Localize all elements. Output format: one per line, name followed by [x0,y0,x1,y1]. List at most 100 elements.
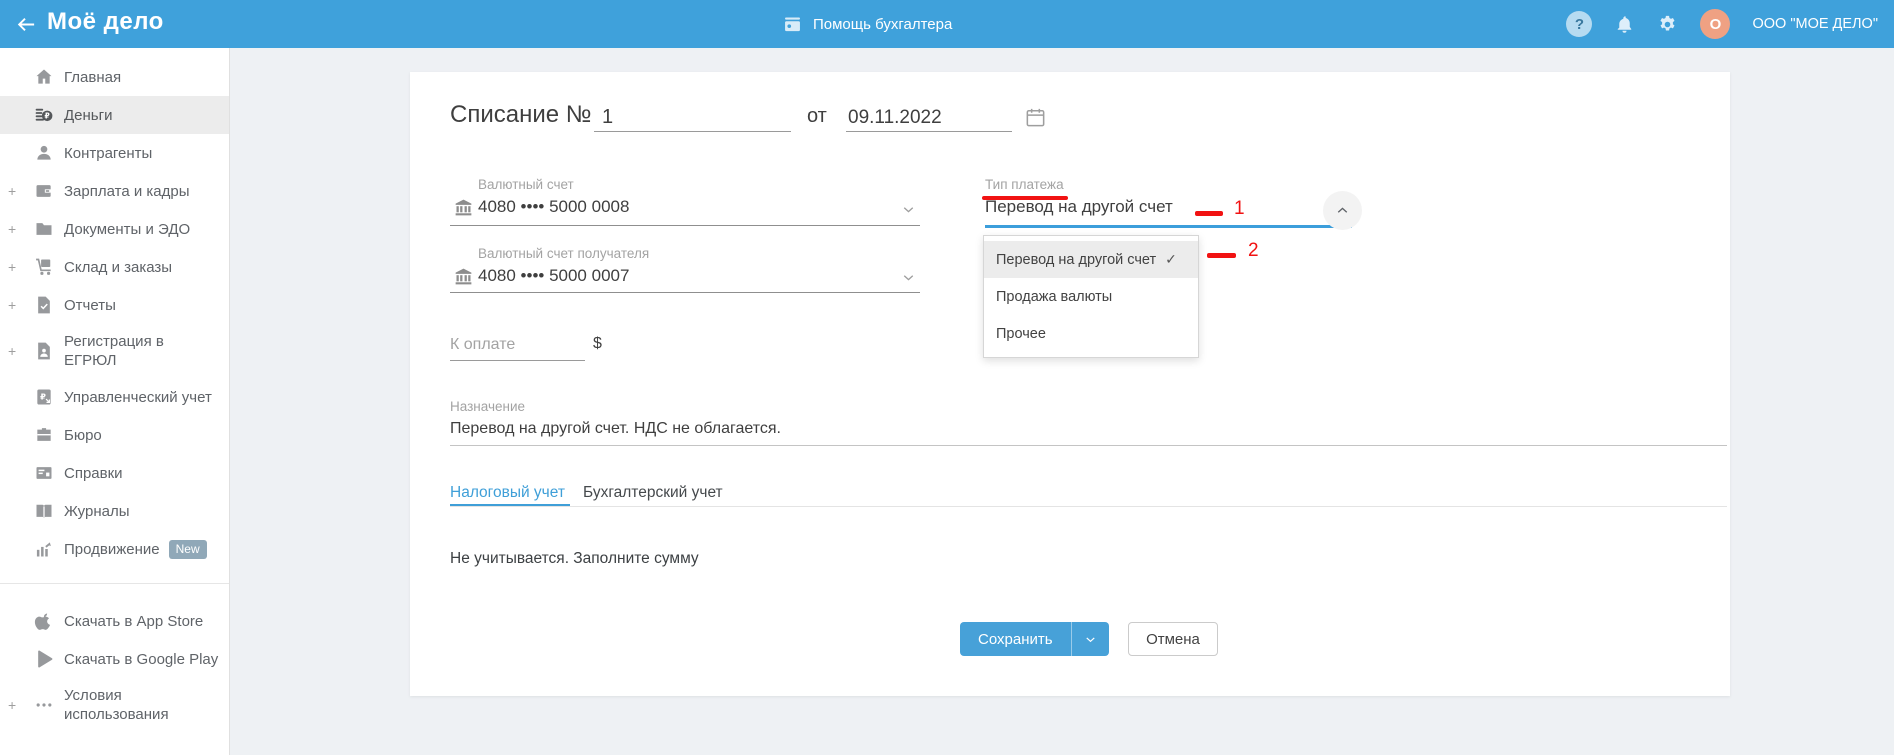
sidebar-item-contractors[interactable]: Контрагенты [0,134,229,172]
collapse-dropdown-button[interactable] [1323,191,1362,230]
doc-person-icon [34,341,54,361]
expand-plus-icon: + [8,697,17,713]
sidebar-main-nav: Главная ₽ Деньги Контрагенты + Зарплата и кад… [0,48,229,568]
account-to-underline [450,292,920,293]
sidebar-item-home[interactable]: Главная [0,58,229,96]
svg-text:₽: ₽ [40,391,46,401]
help-icon[interactable]: ? [1566,11,1593,37]
chevron-down-icon[interactable] [900,201,917,218]
dropdown-option[interactable]: Продажа валюты [984,278,1198,315]
date-prefix-label: от [807,105,827,127]
tabs-border [450,506,1727,507]
sidebar-item-management[interactable]: ₽ Управленческий учет [0,378,229,416]
cart-icon [34,257,54,277]
account-from-underline [450,225,920,226]
folder-icon [34,219,54,239]
calendar-icon[interactable] [1024,106,1047,129]
expand-plus-icon: + [8,183,17,199]
accountant-help-link[interactable]: Помощь бухгалтера [782,0,952,48]
notifications-bell-icon[interactable] [1614,14,1635,35]
book-icon [34,501,54,521]
sidebar-item-documents[interactable]: + Документы и ЭДО [0,210,229,248]
sidebar-divider [0,583,229,584]
account-from-select[interactable]: 4080 •••• 5000 0008 [478,197,629,217]
annotation-dash-1 [1195,211,1223,216]
briefcase-icon [34,425,54,445]
tab-content-text: Не учитывается. Заполните сумму [450,550,699,567]
sidebar-item-label: Управленческий учет [64,388,212,406]
account-to-select[interactable]: 4080 •••• 5000 0007 [478,266,629,286]
company-name[interactable]: ООО "МОЕ ДЕЛО" [1752,16,1878,32]
account-to-label: Валютный счет получателя [478,246,650,261]
header-actions: ? О ООО "МОЕ ДЕЛО" [1566,0,1878,48]
currency-symbol: $ [593,335,602,352]
sidebar-item-label: Склад и заказы [64,258,173,276]
dropdown-option[interactable]: Прочее [984,315,1198,352]
sidebar-item-promotion[interactable]: Продвижение New [0,530,229,568]
purpose-input[interactable] [450,416,1727,438]
save-options-toggle[interactable] [1070,622,1109,656]
sidebar-item-label: Документы и ЭДО [64,220,191,238]
apple-icon [34,611,54,631]
document-number-field [594,102,791,132]
sidebar-item-label: Скачать в App Store [64,612,204,630]
chevron-up-icon [1334,202,1351,219]
tab-bookkeeping[interactable]: Бухгалтерский учет [583,484,723,502]
svg-text:₽: ₽ [45,112,50,121]
payment-type-select[interactable]: Перевод на другой счет [985,197,1173,217]
sidebar-item-label: Журналы [64,502,130,520]
tab-tax-accounting[interactable]: Налоговый учет [450,484,565,502]
sidebar-item-label: Зарплата и кадры [64,182,190,200]
sidebar: Главная ₽ Деньги Контрагенты + Зарплата и кад… [0,48,230,755]
purpose-label: Назначение [450,399,526,414]
sidebar-item-salary[interactable]: + Зарплата и кадры [0,172,229,210]
sidebar-item-bureau[interactable]: Бюро [0,416,229,454]
write-off-form-card: Списание № от Валютный счет 4080 •••• 50… [410,72,1730,696]
expand-plus-icon: + [8,221,17,237]
date-input[interactable] [846,102,1012,129]
sidebar-item-certificates[interactable]: Справки [0,454,229,492]
sidebar-item-label: Продвижение [64,540,160,558]
payment-type-focus-underline [985,225,1352,228]
cancel-button[interactable]: Отмена [1128,622,1218,656]
account-from-label: Валютный счет [478,177,574,192]
money-icon: ₽ [34,105,54,125]
sidebar-item-label: Деньги [64,106,113,124]
expand-plus-icon: + [8,297,17,313]
chart-icon [34,539,54,559]
purpose-field [450,416,1727,446]
amount-input[interactable] [450,333,585,354]
bank-icon [453,266,474,287]
new-badge: New [168,539,207,559]
chevron-down-icon[interactable] [900,269,917,286]
sidebar-item-terms[interactable]: + Условия использования [0,678,229,732]
dropdown-option[interactable]: Перевод на другой счет ✓ [984,241,1198,278]
sidebar-item-money[interactable]: ₽ Деньги [0,96,229,134]
back-arrow-icon[interactable] [14,13,37,36]
sidebar-item-label: Бюро [64,426,102,444]
app-logo[interactable]: Моё дело [47,8,164,36]
sidebar-item-warehouse[interactable]: + Склад и заказы [0,248,229,286]
save-button-label: Сохранить [978,630,1053,648]
ruble-doc-icon: ₽ [34,387,54,407]
chevron-down-icon [1083,632,1098,647]
document-number-input[interactable] [594,102,791,129]
avatar[interactable]: О [1700,9,1731,39]
sidebar-footer-nav: Скачать в App Store Скачать в Google Play… [0,592,229,732]
id-card-icon [34,463,54,483]
dropdown-option-label: Продажа валюты [996,288,1113,305]
sidebar-item-app-store[interactable]: Скачать в App Store [0,602,229,640]
ellipsis-icon [34,695,54,715]
annotation-number-1: 1 [1234,198,1245,219]
sidebar-item-egrul[interactable]: + Регистрация в ЕГРЮЛ [0,324,229,378]
accountant-help-icon [782,14,803,35]
bank-icon [453,197,474,218]
app-header: Моё дело Помощь бухгалтера ? О ООО "МОЕ … [0,0,1894,48]
settings-gear-icon[interactable] [1657,14,1678,35]
sidebar-item-google-play[interactable]: Скачать в Google Play [0,640,229,678]
check-icon: ✓ [1165,251,1177,267]
sidebar-item-journals[interactable]: Журналы [0,492,229,530]
sidebar-item-reports[interactable]: + Отчеты [0,286,229,324]
save-button[interactable]: Сохранить [960,622,1109,656]
annotation-dash-2 [1207,253,1236,258]
